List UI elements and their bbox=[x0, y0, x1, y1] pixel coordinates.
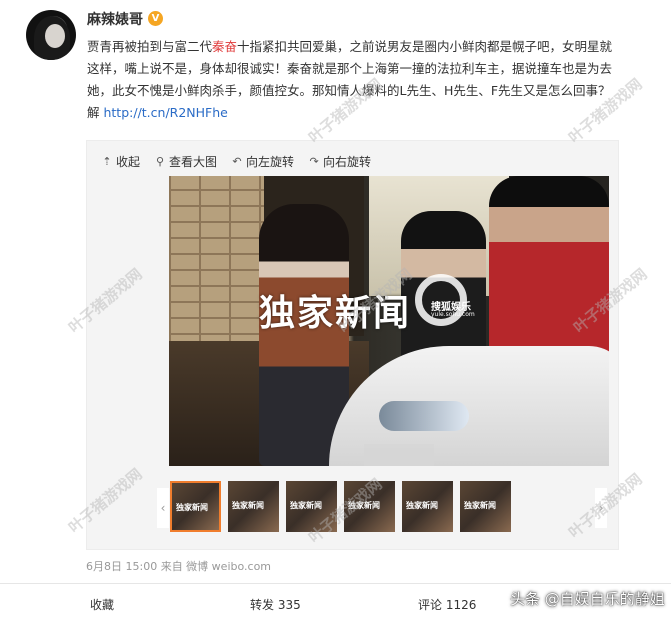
vip-badge-icon: V bbox=[148, 11, 163, 26]
photo-headlight bbox=[379, 401, 469, 431]
thumbnail[interactable]: 独家新闻 bbox=[228, 481, 279, 532]
collapse-arrow-icon: ⇡ bbox=[102, 155, 112, 168]
repost-button[interactable]: 转发 335 bbox=[250, 596, 301, 613]
post-text-segment: 解 bbox=[87, 105, 104, 120]
rotate-right-icon: ↷ bbox=[309, 155, 319, 168]
view-large-button[interactable]: ⚲ 查看大图 bbox=[154, 153, 217, 170]
photo-plate-blur bbox=[364, 444, 434, 466]
media-viewer: ⇡ 收起 ⚲ 查看大图 ↶ 向左旋转 ↷ 向右旋转 独家新闻 搜狐娱乐 yule.soh… bbox=[86, 140, 619, 550]
rotate-right-button[interactable]: ↷ 向右旋转 bbox=[308, 153, 371, 170]
magnifier-icon: ⚲ bbox=[155, 155, 165, 168]
view-large-label: 查看大图 bbox=[169, 155, 218, 169]
favorite-button[interactable]: 收藏 bbox=[90, 596, 114, 613]
post-text-segment: 十指紧扣共回爱巢，之前说男友是圈内小鲜肉都是幌子吧，女明星就 bbox=[237, 39, 613, 54]
thumbnail[interactable]: 独家新闻 bbox=[170, 481, 221, 532]
thumbnail[interactable]: 独家新闻 bbox=[460, 481, 511, 532]
thumbnail-caption: 独家新闻 bbox=[176, 503, 208, 512]
collapse-label: 收起 bbox=[116, 155, 141, 169]
main-photo[interactable]: 独家新闻 搜狐娱乐 yule.sohu.com bbox=[169, 176, 609, 466]
post-text-segment: 贾青再被拍到与富二代 bbox=[87, 39, 213, 54]
thumbnail-caption: 独家新闻 bbox=[406, 501, 438, 510]
sohu-url: yule.sohu.com bbox=[431, 311, 475, 318]
author-name[interactable]: 麻辣婊哥 bbox=[87, 9, 143, 29]
thumbnail-caption: 独家新闻 bbox=[464, 501, 496, 510]
media-toolbar: ⇡ 收起 ⚲ 查看大图 ↶ 向左旋转 ↷ 向右旋转 bbox=[101, 153, 371, 170]
avatar-face bbox=[45, 24, 65, 48]
thumbnail-caption: 独家新闻 bbox=[290, 501, 322, 510]
post-line-1: 贾青再被拍到与富二代秦奋十指紧扣共回爱巢，之前说男友是圈内小鲜肉都是幌子吧，女明… bbox=[87, 36, 671, 58]
source-watermark: 头条 @自娱自乐的静姐 bbox=[510, 590, 665, 608]
rotate-left-label: 向左旋转 bbox=[246, 155, 295, 169]
thumbnail-caption: 独家新闻 bbox=[232, 501, 264, 510]
collapse-button[interactable]: ⇡ 收起 bbox=[101, 153, 140, 170]
photo-brick-wall bbox=[169, 176, 264, 351]
author-avatar[interactable] bbox=[26, 10, 76, 60]
comment-button[interactable]: 评论 1126 bbox=[418, 596, 476, 613]
post-meta: 6月8日 15:00 来自 微博 weibo.com bbox=[86, 560, 272, 573]
highlight-name[interactable]: 秦奋 bbox=[212, 39, 237, 54]
action-divider bbox=[0, 583, 671, 584]
rotate-left-icon: ↶ bbox=[232, 155, 242, 168]
rotate-left-button[interactable]: ↶ 向左旋转 bbox=[231, 153, 294, 170]
short-link[interactable]: http://t.cn/R2NHFhe bbox=[103, 105, 227, 120]
rotate-right-label: 向右旋转 bbox=[323, 155, 372, 169]
thumbnail[interactable]: 独家新闻 bbox=[402, 481, 453, 532]
post-line-2: 这样，嘴上说不是，身体却很诚实！秦奋就是那个上海第一撞的法拉利车主，据说撞车也是… bbox=[87, 61, 613, 76]
thumb-prev-arrow-icon[interactable]: ‹ bbox=[157, 488, 169, 528]
